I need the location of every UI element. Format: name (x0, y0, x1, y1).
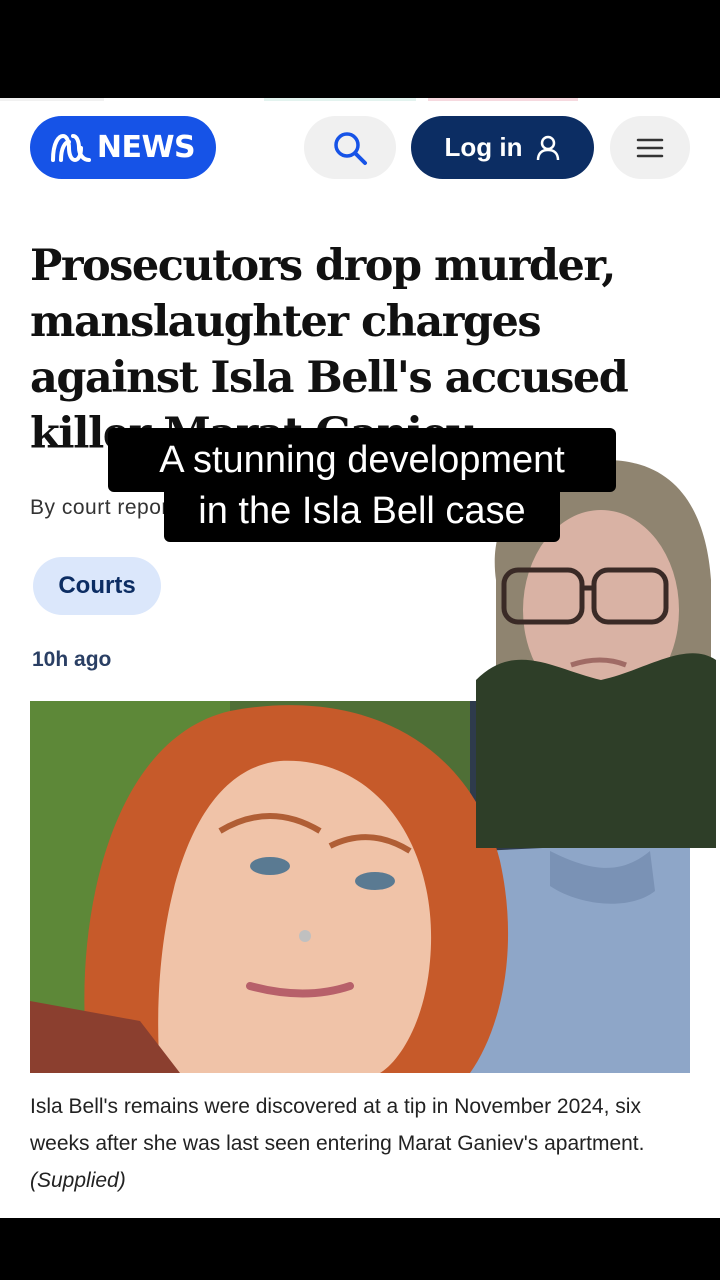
search-button[interactable] (304, 116, 396, 179)
login-label: Log in (444, 132, 523, 162)
menu-button[interactable] (610, 116, 690, 179)
tab-strip-segment (264, 98, 416, 101)
photo-caption: Isla Bell's remains were discovered at a… (30, 1088, 690, 1199)
caption-overlay-line-2: in the Isla Bell case (164, 486, 560, 542)
search-icon (334, 131, 367, 165)
status-bar-area (0, 0, 720, 98)
bottom-black-bar (0, 1218, 720, 1280)
caption-credit: (Supplied) (30, 1169, 126, 1192)
login-button[interactable]: Log in (411, 116, 594, 179)
topic-tag-courts[interactable]: Courts (33, 557, 161, 615)
hamburger-menu-icon (636, 138, 664, 157)
tab-strip-segment (428, 98, 578, 101)
logo-text: NEWS (96, 130, 196, 165)
caption-overlay-line-1: A stunning development (108, 428, 616, 492)
user-icon (537, 135, 560, 160)
abc-logo-icon (50, 133, 91, 162)
abc-news-logo[interactable]: NEWS (30, 116, 216, 179)
published-time: 10h ago (32, 648, 112, 671)
tab-strip-segment (0, 98, 104, 101)
caption-text: Isla Bell's remains were discovered at a… (30, 1095, 645, 1155)
